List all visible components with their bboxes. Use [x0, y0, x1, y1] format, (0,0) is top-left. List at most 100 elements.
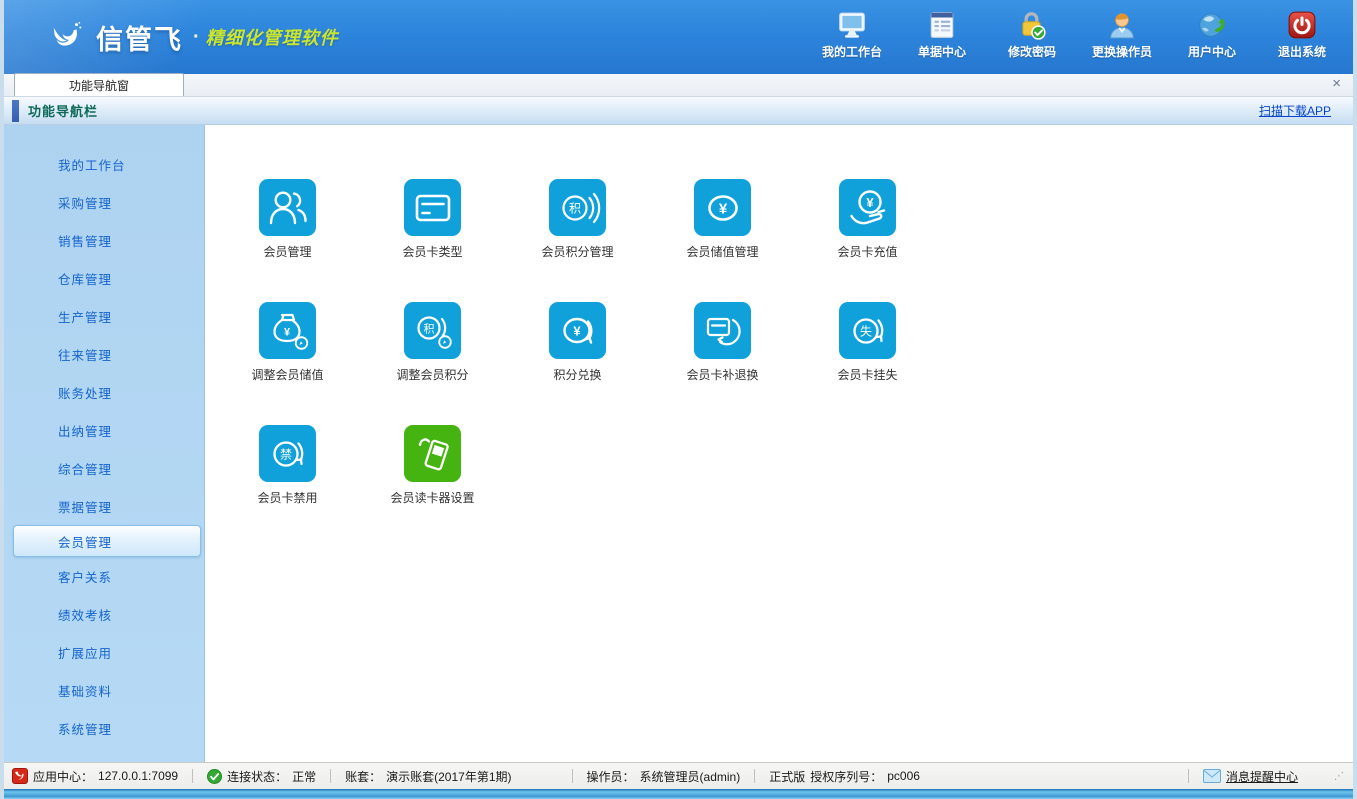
mail-icon [1203, 769, 1221, 783]
menu-label: 修改密码 [1008, 43, 1056, 60]
exit-power-icon [1287, 10, 1317, 40]
menu-my-workspace[interactable]: 我的工作台 [821, 10, 883, 60]
svg-text:禁: 禁 [279, 447, 291, 461]
app-center-label: 应用中心： [33, 768, 93, 785]
document-center-icon [927, 10, 957, 40]
account-set-value: 演示账套(2017年第1期) [386, 768, 511, 785]
tile-label[interactable]: 积分兑换 [553, 366, 601, 383]
tile-label[interactable]: 会员管理 [263, 243, 311, 260]
sidebar-item-contacts[interactable]: 往来管理 [4, 335, 204, 373]
status-divider [330, 769, 331, 783]
menu-label: 单据中心 [918, 43, 966, 60]
user-center-globe-icon [1197, 10, 1227, 40]
card-reader-icon [410, 431, 456, 477]
top-brand-bar: 信管飞 · 精细化管理软件 我的工作台 [4, 0, 1353, 74]
sidebar-item-cashier[interactable]: 出纳管理 [4, 411, 204, 449]
svg-text:¥: ¥ [283, 326, 290, 338]
nav-header-bar: 功能导航栏 扫描下载APP [4, 97, 1353, 125]
menu-label: 更换操作员 [1092, 43, 1152, 60]
tile-label[interactable]: 会员卡禁用 [258, 489, 318, 506]
status-license: 正式版 授权序列号： pc006 [769, 768, 920, 785]
app-center-value: 127.0.0.1:7099 [98, 769, 178, 783]
status-divider [572, 769, 573, 783]
svg-text:¥: ¥ [866, 195, 874, 210]
adjust-points-icon: 积 [410, 308, 456, 354]
tile-card-loss[interactable]: 失 会员卡挂失 [839, 302, 896, 383]
nav-accent-bar [12, 100, 19, 122]
sidebar-item-production[interactable]: 生产管理 [4, 297, 204, 335]
card-recharge-icon: ¥ [845, 185, 891, 231]
tile-card-replace[interactable]: 会员卡补退换 [694, 302, 751, 383]
sidebar-item-general[interactable]: 综合管理 [4, 449, 204, 487]
members-icon [265, 185, 311, 231]
brand-logo: 信管飞 · 精细化管理软件 [48, 18, 339, 57]
points-exchange-icon: ¥ [555, 308, 601, 354]
tile-stored-value-manage[interactable]: ¥ 会员储值管理 [694, 179, 751, 260]
sidebar-item-performance[interactable]: 绩效考核 [4, 595, 204, 633]
brand-name: 信管飞 [96, 18, 183, 57]
scan-download-app-link[interactable]: 扫描下载APP [1259, 102, 1331, 119]
adjust-stored-value-icon: ¥ [265, 308, 311, 354]
sidebar-item-accounting[interactable]: 账务处理 [4, 373, 204, 411]
sidebar-item-my-workspace[interactable]: 我的工作台 [4, 145, 204, 183]
top-menu: 我的工作台 单据中心 修改密码 [821, 10, 1333, 64]
sidebar-item-purchase[interactable]: 采购管理 [4, 183, 204, 221]
message-center[interactable]: 消息提醒中心 [1203, 768, 1298, 785]
tile-row-3: 禁 会员卡禁用 [259, 425, 1353, 506]
status-right-group: 消息提醒中心 ⋰ [1174, 768, 1345, 785]
sidebar-item-crm[interactable]: 客户关系 [4, 557, 204, 595]
tile-card-recharge[interactable]: ¥ 会员卡充值 [839, 179, 896, 260]
connection-value: 正常 [292, 768, 316, 785]
tile-row-2: ¥ 调整会员储值 积 [259, 302, 1353, 383]
tile-label[interactable]: 会员积分管理 [542, 243, 614, 260]
menu-switch-operator[interactable]: 更换操作员 [1091, 10, 1153, 60]
sidebar-item-base-data[interactable]: 基础资料 [4, 671, 204, 709]
workspace-monitor-icon [837, 10, 867, 40]
tile-label[interactable]: 会员卡充值 [838, 243, 898, 260]
message-center-link[interactable]: 消息提醒中心 [1226, 768, 1298, 785]
tile-adjust-points[interactable]: 积 调整会员积分 [404, 302, 461, 383]
resize-grip[interactable]: ⋰ [1334, 771, 1345, 782]
account-set-label: 账套： [345, 768, 381, 785]
menu-document-center[interactable]: 单据中心 [911, 10, 973, 60]
tile-card-disable[interactable]: 禁 会员卡禁用 [259, 425, 316, 506]
close-icon[interactable]: × [1332, 76, 1341, 91]
window-bottom-frame [4, 789, 1353, 799]
sidebar-item-extensions[interactable]: 扩展应用 [4, 633, 204, 671]
tile-card-reader-settings[interactable]: 会员读卡器设置 [404, 425, 461, 506]
tile-member-manage[interactable]: 会员管理 [259, 179, 316, 260]
connection-label: 连接状态： [227, 768, 287, 785]
tile-label[interactable]: 会员卡类型 [403, 243, 463, 260]
sidebar-item-warehouse[interactable]: 仓库管理 [4, 259, 204, 297]
points-manage-icon: 积 [555, 185, 601, 231]
operator-label: 操作员： [587, 768, 635, 785]
sidebar-item-member-selected[interactable]: 会员管理 [13, 525, 201, 557]
tile-points-exchange[interactable]: ¥ 积分兑换 [549, 302, 606, 383]
sidebar-item-system[interactable]: 系统管理 [4, 709, 204, 747]
tile-card-type[interactable]: 会员卡类型 [404, 179, 461, 260]
status-divider [192, 769, 193, 783]
tile-label[interactable]: 会员卡挂失 [838, 366, 898, 383]
tile-label[interactable]: 调整会员积分 [397, 366, 469, 383]
svg-text:积: 积 [568, 201, 580, 215]
tile-points-manage[interactable]: 积 会员积分管理 [549, 179, 606, 260]
card-disable-icon: 禁 [265, 431, 311, 477]
menu-label: 退出系统 [1278, 43, 1326, 60]
tab-function-navigator[interactable]: 功能导航窗 [14, 73, 184, 96]
tile-adjust-stored-value[interactable]: ¥ 调整会员储值 [259, 302, 316, 383]
connection-ok-icon [207, 769, 222, 784]
sidebar-item-invoice[interactable]: 票据管理 [4, 487, 204, 525]
tile-label[interactable]: 会员卡补退换 [687, 366, 759, 383]
menu-exit-system[interactable]: 退出系统 [1271, 10, 1333, 60]
status-connection: 连接状态： 正常 [207, 768, 316, 785]
menu-change-password[interactable]: 修改密码 [1001, 10, 1063, 60]
edition-label: 正式版 [769, 768, 805, 785]
sidebar: 我的工作台 采购管理 销售管理 仓库管理 生产管理 往来管理 账务处理 出纳管理… [4, 125, 205, 762]
tile-label[interactable]: 会员储值管理 [687, 243, 759, 260]
svg-text:积: 积 [423, 322, 434, 335]
menu-user-center[interactable]: 用户中心 [1181, 10, 1243, 60]
tile-label[interactable]: 调整会员储值 [252, 366, 324, 383]
menu-label: 用户中心 [1188, 43, 1236, 60]
sidebar-item-sales[interactable]: 销售管理 [4, 221, 204, 259]
tile-label[interactable]: 会员读卡器设置 [391, 489, 475, 506]
